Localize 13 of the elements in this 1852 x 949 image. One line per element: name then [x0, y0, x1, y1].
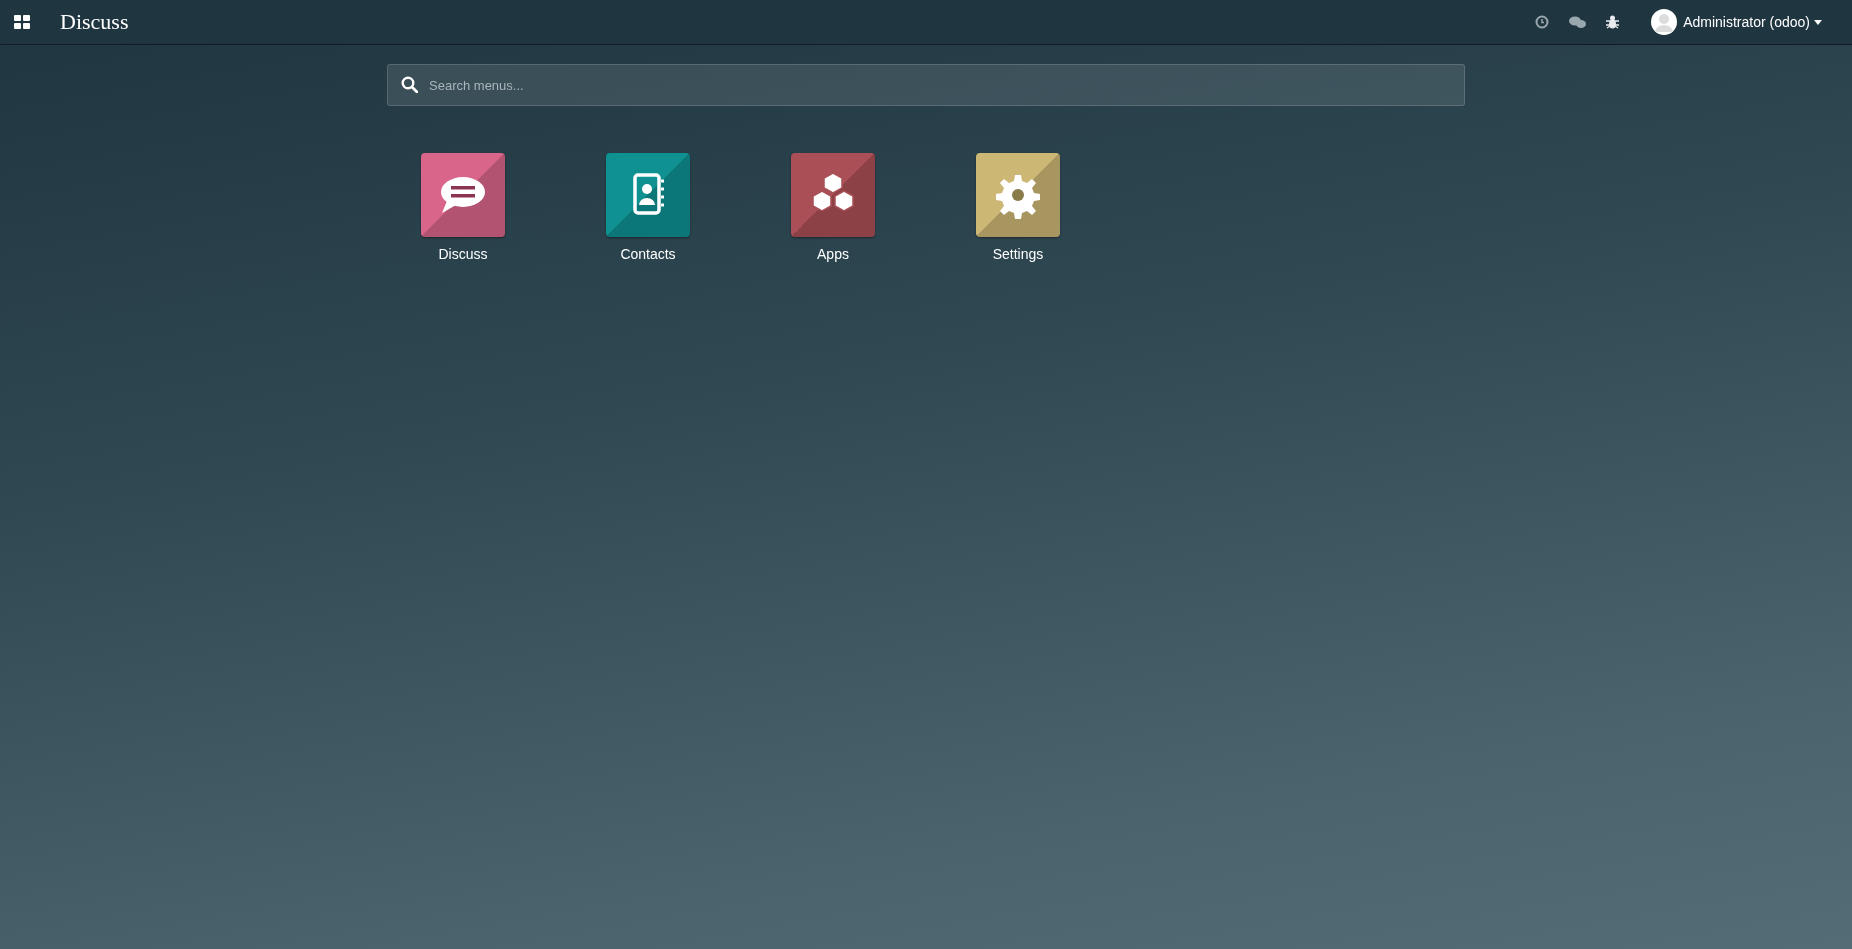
chat-bubbles-icon[interactable]: [1569, 15, 1587, 29]
app-grid-icon[interactable]: [14, 15, 30, 29]
user-menu[interactable]: Administrator (odoo): [1651, 9, 1822, 35]
app-tile[interactable]: Settings: [976, 153, 1060, 262]
caret-icon: [1814, 19, 1822, 25]
app-tile[interactable]: Apps: [791, 153, 875, 262]
clock-icon[interactable]: [1535, 15, 1550, 29]
app-title: Discuss: [60, 9, 129, 35]
avatar-icon: [1651, 9, 1678, 35]
bug-icon[interactable]: [1606, 15, 1620, 29]
app-tile[interactable]: Discuss: [421, 153, 505, 262]
app-tile[interactable]: Contacts: [606, 153, 690, 262]
search-icon: [401, 76, 418, 93]
